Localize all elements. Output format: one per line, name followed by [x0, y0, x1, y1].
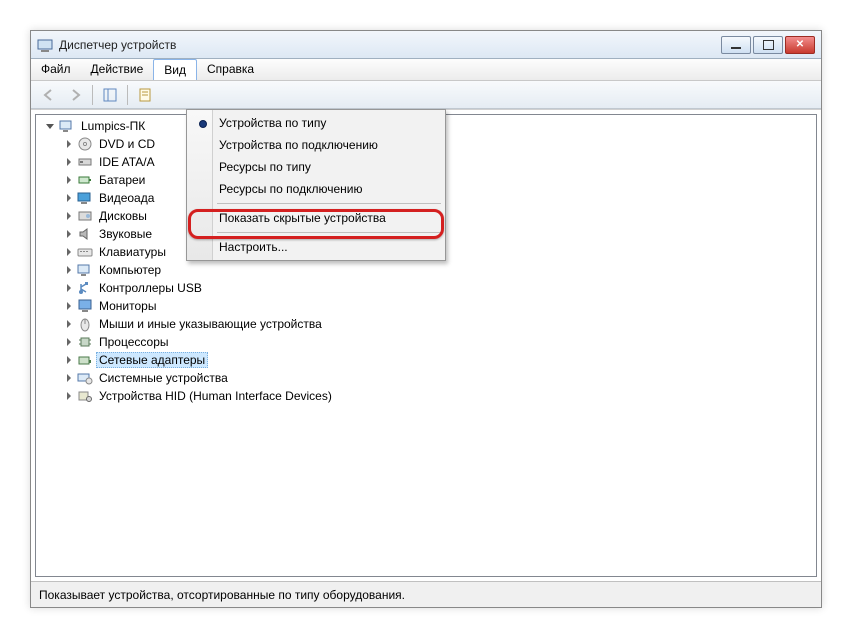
- tree-item-label[interactable]: Клавиатуры: [96, 244, 169, 260]
- expander-icon[interactable]: [64, 158, 73, 167]
- expander-icon[interactable]: [64, 356, 73, 365]
- expander-icon[interactable]: [46, 122, 55, 131]
- expander-icon[interactable]: [64, 284, 73, 293]
- window-controls: [721, 36, 815, 54]
- menu-view[interactable]: Вид: [153, 59, 197, 80]
- forward-button[interactable]: [63, 84, 87, 106]
- network-adapter-icon: [77, 352, 93, 368]
- menu-separator: [217, 203, 441, 204]
- menu-customize[interactable]: Настроить...: [189, 236, 443, 258]
- menu-item-label: Ресурсы по типу: [219, 160, 311, 174]
- menu-item-label: Ресурсы по подключению: [219, 182, 362, 196]
- expander-icon[interactable]: [64, 140, 73, 149]
- tree-item-cpu[interactable]: Процессоры: [36, 333, 816, 351]
- expander-icon[interactable]: [64, 392, 73, 401]
- menu-resources-by-type[interactable]: Ресурсы по типу: [189, 156, 443, 178]
- expander-icon[interactable]: [64, 320, 73, 329]
- maximize-button[interactable]: [753, 36, 783, 54]
- show-hide-tree-button[interactable]: [98, 84, 122, 106]
- tree-item-label[interactable]: Устройства HID (Human Interface Devices): [96, 388, 335, 404]
- tree-item-label[interactable]: Компьютер: [96, 262, 164, 278]
- properties-button[interactable]: [133, 84, 157, 106]
- view-dropdown-menu: Устройства по типу Устройства по подключ…: [186, 109, 446, 261]
- menu-file[interactable]: Файл: [31, 59, 81, 80]
- expander-icon[interactable]: [64, 194, 73, 203]
- status-text: Показывает устройства, отсортированные п…: [39, 588, 405, 602]
- computer-icon: [77, 262, 93, 278]
- minimize-button[interactable]: [721, 36, 751, 54]
- tree-item-mouse[interactable]: Мыши и иные указывающие устройства: [36, 315, 816, 333]
- menu-separator: [217, 232, 441, 233]
- tree-item-usb[interactable]: Контроллеры USB: [36, 279, 816, 297]
- menu-item-label: Показать скрытые устройства: [219, 211, 386, 225]
- tree-root-label[interactable]: Lumpics-ПК: [78, 118, 148, 134]
- menu-resources-by-connection[interactable]: Ресурсы по подключению: [189, 178, 443, 200]
- battery-icon: [77, 172, 93, 188]
- expander-icon[interactable]: [64, 230, 73, 239]
- disk-icon: [77, 208, 93, 224]
- tree-item-network[interactable]: Сетевые адаптеры: [36, 351, 816, 369]
- tree-item-label[interactable]: Контроллеры USB: [96, 280, 205, 296]
- toolbar: [31, 81, 821, 109]
- tree-item-label[interactable]: Звуковые: [96, 226, 155, 242]
- keyboard-icon: [77, 244, 93, 260]
- device-manager-window: Диспетчер устройств Файл Действие Вид Сп…: [30, 30, 822, 608]
- hid-icon: [77, 388, 93, 404]
- expander-icon[interactable]: [64, 248, 73, 257]
- tree-item-label[interactable]: Мониторы: [96, 298, 159, 314]
- ide-icon: [77, 154, 93, 170]
- tree-item-label[interactable]: DVD и CD: [96, 136, 158, 152]
- menu-item-label: Настроить...: [219, 240, 288, 254]
- tree-item-label[interactable]: Системные устройства: [96, 370, 231, 386]
- menu-devices-by-type[interactable]: Устройства по типу: [189, 112, 443, 134]
- title-bar: Диспетчер устройств: [31, 31, 821, 59]
- tree-item-system[interactable]: Системные устройства: [36, 369, 816, 387]
- sound-icon: [77, 226, 93, 242]
- tree-item-label[interactable]: Дисковы: [96, 208, 150, 224]
- tree-item-label[interactable]: IDE ATA/A: [96, 154, 158, 170]
- expander-icon[interactable]: [64, 212, 73, 221]
- menu-action[interactable]: Действие: [81, 59, 154, 80]
- expander-icon[interactable]: [64, 338, 73, 347]
- toolbar-separator: [127, 85, 128, 105]
- app-icon: [37, 37, 53, 53]
- monitor-icon: [77, 298, 93, 314]
- menu-devices-by-connection[interactable]: Устройства по подключению: [189, 134, 443, 156]
- usb-icon: [77, 280, 93, 296]
- tree-item-label[interactable]: Видеоада: [96, 190, 157, 206]
- system-device-icon: [77, 370, 93, 386]
- tree-item-monitor[interactable]: Мониторы: [36, 297, 816, 315]
- expander-icon[interactable]: [64, 266, 73, 275]
- disc-icon: [77, 136, 93, 152]
- menu-help[interactable]: Справка: [197, 59, 264, 80]
- expander-icon[interactable]: [64, 176, 73, 185]
- menu-item-label: Устройства по подключению: [219, 138, 378, 152]
- close-button[interactable]: [785, 36, 815, 54]
- menu-show-hidden-devices[interactable]: Показать скрытые устройства: [189, 207, 443, 229]
- tree-item-label[interactable]: Мыши и иные указывающие устройства: [96, 316, 325, 332]
- tree-item-label-selected[interactable]: Сетевые адаптеры: [96, 352, 208, 368]
- tree-item-label[interactable]: Батареи: [96, 172, 148, 188]
- expander-icon[interactable]: [64, 302, 73, 311]
- expander-icon[interactable]: [64, 374, 73, 383]
- back-button[interactable]: [37, 84, 61, 106]
- computer-icon: [59, 118, 75, 134]
- status-bar: Показывает устройства, отсортированные п…: [31, 581, 821, 607]
- tree-item-hid[interactable]: Устройства HID (Human Interface Devices): [36, 387, 816, 405]
- window-title: Диспетчер устройств: [59, 38, 721, 52]
- toolbar-separator: [92, 85, 93, 105]
- menu-item-label: Устройства по типу: [219, 116, 326, 130]
- cpu-icon: [77, 334, 93, 350]
- mouse-icon: [77, 316, 93, 332]
- tree-item-computer[interactable]: Компьютер: [36, 261, 816, 279]
- display-adapter-icon: [77, 190, 93, 206]
- menu-bar: Файл Действие Вид Справка: [31, 59, 821, 81]
- tree-item-label[interactable]: Процессоры: [96, 334, 172, 350]
